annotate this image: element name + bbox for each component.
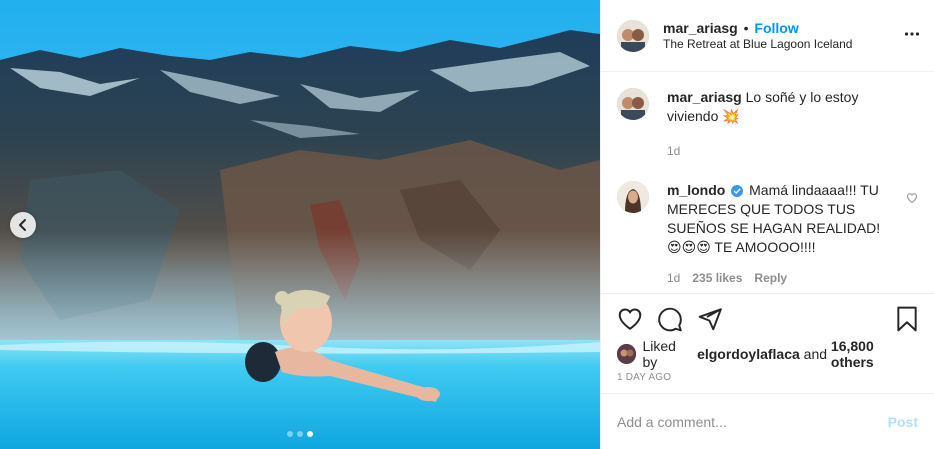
chevron-left-icon [19,219,26,231]
avatar-image [617,88,649,120]
carousel-indicator [0,431,600,437]
comment-username[interactable]: mar_ariasg [667,89,742,105]
carousel-dot [297,431,303,437]
post-side-panel: mar_ariasg • Follow The Retreat at Blue … [600,0,934,449]
like-comment-button[interactable] [906,191,918,207]
comments-list: mar_ariasg Lo soñé y lo estoy viviendo 💥… [601,72,934,293]
author-avatar[interactable] [617,19,649,52]
instagram-post: mar_ariasg • Follow The Retreat at Blue … [0,0,934,449]
carousel-dot [287,431,293,437]
comment-composer: Post [601,393,934,449]
share-button[interactable] [697,306,723,332]
author-username[interactable]: mar_ariasg [663,20,738,36]
action-bar [617,294,918,344]
carousel-prev-button[interactable] [10,212,36,238]
more-options-button[interactable] [904,26,920,45]
liker-username[interactable]: elgordoylaflaca [697,346,800,362]
verified-badge-icon [731,185,744,197]
caption-comment: mar_ariasg Lo soñé y lo estoy viviendo 💥… [617,88,918,161]
comment-input[interactable] [617,413,888,430]
liker-avatar[interactable] [617,344,637,364]
lagoon-photo-illustration [0,0,600,449]
avatar-image [617,19,649,52]
comment-icon [658,307,682,332]
heart-outline-icon [906,193,918,204]
share-icon [698,308,722,331]
save-button[interactable] [896,306,918,335]
heart-icon [618,308,642,330]
avatar-image [617,344,637,364]
post-photo[interactable] [0,0,600,449]
reply-button[interactable]: Reply [754,269,787,288]
comment-age[interactable]: 1d [667,269,680,288]
post-comment-button[interactable]: Post [888,414,918,430]
comment-username[interactable]: m_londo [667,182,725,198]
post-actions-section: Liked by elgordoylaflaca and 16,800 othe… [601,293,934,393]
avatar-image [617,181,649,213]
more-horizontal-icon [904,32,920,36]
header-separator: • [743,19,749,36]
commenter-avatar[interactable] [617,181,649,213]
bookmark-icon [897,306,917,332]
carousel-dot-active [307,431,313,437]
follow-button[interactable]: Follow [754,20,798,36]
caption-author-avatar[interactable] [617,88,649,120]
post-location[interactable]: The Retreat at Blue Lagoon Iceland [663,36,852,52]
comment-age[interactable]: 1d [667,142,680,161]
like-button[interactable] [617,306,643,332]
likes-summary: Liked by elgordoylaflaca and 16,800 othe… [617,338,918,370]
comment-likes-count[interactable]: 235 likes [692,269,742,288]
post-timestamp[interactable]: 1 DAY AGO [617,372,918,383]
comment-item: m_londo Mamá lindaaaa!!! TU MERECES QUE … [617,181,918,288]
comment-button[interactable] [657,306,683,332]
post-header: mar_ariasg • Follow The Retreat at Blue … [601,0,934,72]
liked-connector: and [803,346,828,362]
